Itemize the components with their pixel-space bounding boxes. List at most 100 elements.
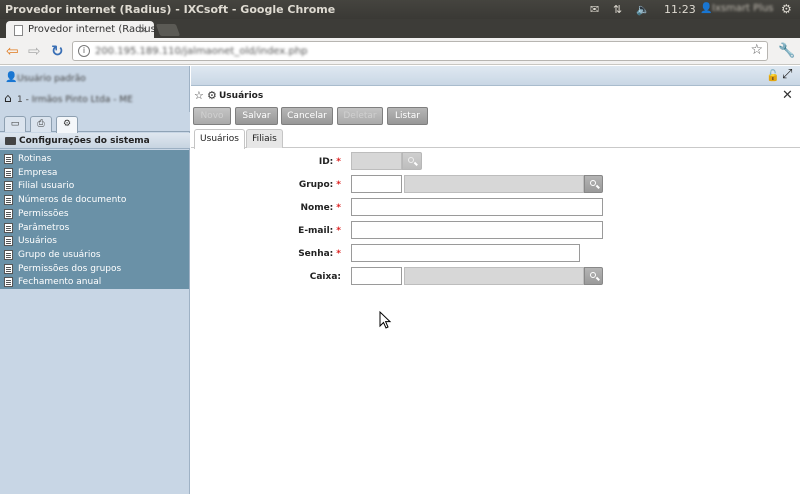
bookmark-star-icon[interactable]: ☆ [750, 42, 763, 58]
settings-menu: Rotinas Empresa Filial usuario Números d… [0, 150, 189, 289]
menu-item-label: Fechamento anual [18, 277, 102, 288]
home-icon[interactable]: ⌂ [4, 91, 12, 105]
left-tabs: ▭ ⎙ ⚙ [0, 112, 190, 133]
menu-item-filial-usuario[interactable]: Filial usuario [0, 179, 189, 193]
grupo-name-field [404, 175, 584, 193]
tab-filiais[interactable]: Filiais [246, 129, 283, 148]
favorite-star-icon[interactable]: ☆ [194, 89, 204, 102]
caixa-search-button[interactable] [584, 267, 603, 285]
document-icon [4, 236, 13, 247]
right-panel: 🔓 ⤢ ☆ ⚙ Usuários ✕ Novo Salvar Cancelar … [191, 66, 800, 494]
menu-item-numeros-documento[interactable]: Números de documento [0, 193, 189, 207]
id-search-button[interactable] [402, 152, 422, 170]
grupo-search-button[interactable] [584, 175, 603, 193]
menu-item-usuarios[interactable]: Usuários [0, 234, 189, 248]
user-icon: 👤 [700, 3, 713, 14]
email-field[interactable] [351, 221, 603, 239]
left-tab-window[interactable]: ▭ [4, 116, 26, 132]
workspace-top-bar: 🔓 ⤢ [191, 66, 800, 86]
menu-item-fechamento-anual[interactable]: Fechamento anual [0, 275, 189, 289]
address-url[interactable]: 200.195.189.110/jalmaonet_old/index.php [95, 46, 308, 57]
os-top-bar: Provedor internet (Radius) - IXCsoft - G… [0, 0, 800, 19]
menu-item-permissoes-grupos[interactable]: Permissões dos grupos [0, 262, 189, 276]
salvar-button[interactable]: Salvar [235, 107, 278, 125]
window-title: Provedor internet (Radius) - IXCsoft - G… [5, 3, 336, 16]
listar-button[interactable]: Listar [387, 107, 428, 125]
os-user-name[interactable]: Ixsmart Plus [712, 3, 774, 14]
network-icon[interactable]: ⇅ [613, 3, 622, 16]
senha-field[interactable] [351, 244, 580, 262]
menu-item-grupo-usuarios[interactable]: Grupo de usuários [0, 248, 189, 262]
deletar-button[interactable]: Deletar [337, 107, 383, 125]
caixa-code-field[interactable] [351, 267, 402, 285]
menu-item-permissoes[interactable]: Permissões [0, 207, 189, 221]
gear-icon: ⚙ [62, 119, 72, 129]
menu-item-label: Números de documento [18, 195, 127, 206]
browser-tab-strip: Provedor internet (Radius × [0, 19, 800, 39]
menu-item-label: Empresa [18, 167, 58, 178]
current-user: 👤 Usuário padrão [4, 72, 184, 86]
section-header[interactable]: Configurações do sistema [0, 133, 190, 149]
current-company[interactable]: ⌂ 1 - Irmãos Pinto Ltda - ME [4, 91, 184, 107]
wrench-icon[interactable]: 🔧 [778, 43, 795, 59]
browser-toolbar: ⇦ ⇨ ↻ i 200.195.189.110/jalmaonet_old/in… [0, 38, 800, 65]
grupo-label: Grupo: * [298, 180, 341, 190]
mouse-cursor-icon [379, 310, 392, 329]
menu-item-parametros[interactable]: Parâmetros [0, 221, 189, 235]
back-arrow-icon[interactable]: ⇦ [6, 42, 19, 60]
folder-icon [5, 137, 16, 145]
left-tab-settings[interactable]: ⚙ [56, 116, 78, 133]
current-user-label: Usuário padrão [17, 74, 86, 84]
volume-icon[interactable]: 🔈 [636, 3, 650, 16]
document-icon [4, 277, 13, 288]
menu-item-label: Filial usuario [18, 181, 75, 192]
cancelar-button[interactable]: Cancelar [281, 107, 333, 125]
novo-button[interactable]: Novo [193, 107, 231, 125]
search-icon [590, 180, 596, 186]
user-icon: 👤 [5, 72, 18, 83]
document-icon [4, 263, 13, 274]
menu-item-label: Parâmetros [18, 222, 70, 233]
clock[interactable]: 11:23 [664, 3, 696, 16]
close-tab-icon[interactable]: × [139, 23, 148, 36]
site-info-icon[interactable]: i [78, 45, 90, 57]
grupo-code-field[interactable] [351, 175, 402, 193]
document-icon [4, 208, 13, 219]
nome-field[interactable] [351, 198, 603, 216]
unlock-icon[interactable]: 🔓 [766, 69, 780, 82]
settings-gear-icon[interactable]: ⚙ [207, 89, 217, 102]
address-bar[interactable]: i 200.195.189.110/jalmaonet_old/index.ph… [72, 41, 768, 61]
search-icon [408, 157, 414, 163]
mail-icon[interactable]: ✉ [590, 3, 599, 16]
document-icon [4, 167, 13, 178]
senha-label: Senha: * [298, 249, 341, 259]
form-tabs: Usuários Filiais [191, 128, 800, 149]
power-gear-icon[interactable]: ⚙ [781, 2, 792, 16]
section-title: Configurações do sistema [19, 136, 150, 146]
forward-arrow-icon[interactable]: ⇨ [28, 42, 41, 60]
document-icon [4, 195, 13, 206]
tab-usuarios[interactable]: Usuários [194, 129, 245, 149]
close-form-icon[interactable]: ✕ [782, 88, 793, 103]
menu-item-label: Permissões dos grupos [18, 263, 122, 274]
menu-item-label: Rotinas [18, 154, 52, 164]
new-tab-button[interactable] [155, 24, 181, 36]
search-icon [590, 272, 596, 278]
menu-item-label: Permissões [18, 208, 69, 219]
menu-item-label: Usuários [18, 236, 57, 247]
window-icon: ▭ [10, 119, 20, 129]
reload-icon[interactable]: ↻ [51, 42, 64, 60]
document-icon [4, 249, 13, 260]
maximize-icon[interactable]: ⤢ [782, 67, 792, 82]
page-favicon-icon [14, 25, 23, 36]
current-company-label: 1 - Irmãos Pinto Ltda - ME [17, 95, 133, 105]
document-icon [4, 181, 13, 192]
left-tab-print[interactable]: ⎙ [30, 116, 52, 132]
browser-tab[interactable]: Provedor internet (Radius × [6, 21, 156, 39]
menu-item-label: Grupo de usuários [18, 249, 101, 260]
menu-item-rotinas[interactable]: Rotinas [0, 152, 189, 166]
id-field[interactable] [351, 152, 402, 170]
menu-item-empresa[interactable]: Empresa [0, 166, 189, 180]
browser-tab-title: Provedor internet (Radius [28, 24, 156, 35]
email-label: E-mail: * [298, 226, 341, 236]
